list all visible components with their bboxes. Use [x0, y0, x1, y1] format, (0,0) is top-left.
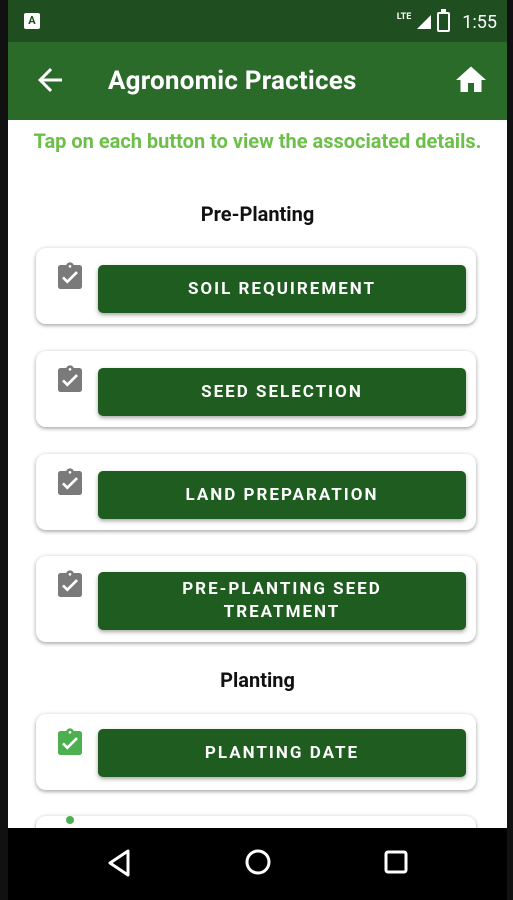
network-type: LTE — [396, 12, 412, 22]
practice-card: SEED SELECTION — [36, 351, 476, 427]
section-title-pre-planting: Pre-Planting — [200, 202, 315, 226]
status-bar: A LTE 1:55 — [8, 0, 507, 42]
pre-planting-seed-treatment-button[interactable]: PRE-PLANTING SEED TREATMENT — [98, 572, 466, 630]
practice-card: PRE-PLANTING SEED TREATMENT — [36, 556, 476, 642]
home-icon[interactable] — [453, 62, 489, 98]
status-time: 1:55 — [462, 11, 497, 33]
status-bar-right: LTE 1:55 — [396, 9, 497, 34]
seed-selection-button[interactable]: SEED SELECTION — [98, 368, 466, 416]
practice-card: LAND PREPARATION — [36, 454, 476, 530]
instruction-text: Tap on each button to view the associate… — [33, 129, 482, 153]
section-title-planting: Planting — [220, 668, 295, 692]
back-arrow-icon[interactable] — [32, 62, 68, 98]
nav-recent-apps-icon[interactable] — [384, 850, 408, 874]
signal-icon — [417, 15, 432, 29]
practice-card: SOIL REQUIREMENT — [36, 248, 476, 324]
planting-date-button[interactable]: PLANTING DATE — [98, 729, 466, 777]
battery-icon — [437, 9, 451, 32]
clipboard-check-icon — [58, 468, 82, 495]
nav-home-icon[interactable] — [244, 848, 272, 876]
phone-screen: A LTE 1:55 Agronomic Practices Tap on ea… — [8, 0, 507, 900]
page-title: Agronomic Practices — [108, 66, 357, 96]
app-bar: Agronomic Practices — [8, 42, 507, 120]
practices-list: Tap on each button to view the associate… — [8, 120, 507, 828]
clipboard-check-icon-completed — [58, 728, 82, 755]
practice-card-partial — [36, 816, 476, 828]
practice-card: PLANTING DATE — [36, 714, 476, 790]
soil-requirement-button[interactable]: SOIL REQUIREMENT — [98, 265, 466, 313]
clipboard-check-icon — [58, 262, 82, 289]
notification-icon: A — [24, 13, 40, 29]
land-preparation-button[interactable]: LAND PREPARATION — [98, 471, 466, 519]
nav-back-icon[interactable] — [106, 848, 132, 878]
system-nav-bar — [8, 828, 507, 900]
clipboard-check-icon — [58, 570, 82, 597]
clipboard-check-icon — [58, 365, 82, 392]
completed-indicator-partial — [66, 816, 74, 824]
